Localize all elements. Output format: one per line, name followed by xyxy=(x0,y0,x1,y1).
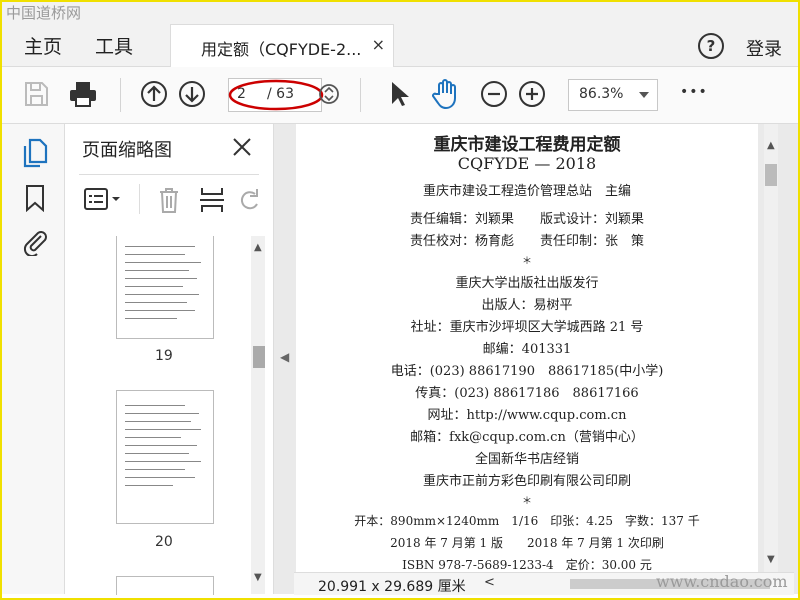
more-tools-icon[interactable]: ••• xyxy=(680,84,708,100)
attachment-icon[interactable] xyxy=(22,228,48,256)
page-thumbnail[interactable] xyxy=(116,390,214,524)
doc-line: 2018 年 7 月第 1 版 2018 年 7 月第 1 次印刷 xyxy=(390,536,664,550)
thumbnail-label: 20 xyxy=(155,534,173,550)
doc-line: ISBN 978-7-5689-1233-4 定价：30.00 元 xyxy=(402,558,652,572)
thumbnail-panel: 页面缩略图 19 20 ▲ ▼ xyxy=(65,124,274,595)
red-annotation-ellipse xyxy=(228,79,324,111)
zoom-value: 86.3% xyxy=(579,86,624,102)
page-thumbnail[interactable] xyxy=(116,576,214,595)
zoom-in-icon[interactable] xyxy=(518,80,546,108)
chevron-down-icon[interactable] xyxy=(639,92,649,98)
delete-icon[interactable] xyxy=(157,186,181,214)
thumbnail-label: 19 xyxy=(155,348,173,364)
top-bar: 主页 工具 用定额（CQFYDE-2... × ? 登录 xyxy=(2,2,798,69)
document-scrollbar[interactable]: ▲ ▼ xyxy=(764,124,778,572)
doc-line: 责任编辑：刘颖果 版式设计：刘颖果 xyxy=(409,212,644,227)
doc-code: CQFYDE — 2018 xyxy=(457,154,597,173)
rotate-icon[interactable] xyxy=(237,186,263,214)
bookmark-icon[interactable] xyxy=(24,184,46,212)
thumbnail-scrollbar[interactable]: ▲ ▼ xyxy=(251,236,265,594)
doc-line: 全国新华书店经销 xyxy=(474,452,579,467)
doc-line: 重庆市正前方彩色印刷有限公司印刷 xyxy=(422,474,631,489)
hand-tool-icon[interactable] xyxy=(430,78,462,110)
thumbnail-options-icon[interactable] xyxy=(83,186,125,212)
doc-line: 开本：890mm×1240mm 1/16 印张：4.25 字数：137 千 xyxy=(354,514,700,528)
extract-pages-icon[interactable] xyxy=(199,186,225,214)
doc-line: 邮箱：fxk@cqup.com.cn（营销中心） xyxy=(410,430,644,445)
page-thumbnails-icon[interactable] xyxy=(22,138,48,168)
previous-page-icon[interactable] xyxy=(140,80,168,108)
scroll-left-icon[interactable]: < xyxy=(484,575,495,590)
select-tool-icon[interactable] xyxy=(388,80,410,108)
print-icon[interactable] xyxy=(68,80,98,108)
doc-line: 出版人：易树平 xyxy=(481,298,573,313)
scroll-down-icon[interactable]: ▼ xyxy=(254,572,262,583)
close-icon[interactable] xyxy=(231,136,253,158)
panel-divider xyxy=(139,184,140,214)
doc-line: 电话：(023) 88617190 88617185(中小学) xyxy=(390,364,664,379)
doc-line: 传真：(023) 88617186 88617166 xyxy=(415,386,639,401)
scroll-up-icon[interactable]: ▲ xyxy=(767,140,775,151)
help-icon[interactable]: ? xyxy=(698,33,724,59)
scroll-down-icon[interactable]: ▼ xyxy=(767,554,775,565)
page-thumbnail[interactable] xyxy=(116,236,214,339)
left-rail xyxy=(2,124,65,594)
doc-title: 重庆市建设工程费用定额 xyxy=(433,135,621,155)
scrollbar-thumb[interactable] xyxy=(253,346,265,368)
doc-line: 重庆大学出版社出版发行 xyxy=(455,276,599,291)
tab-close-icon[interactable]: × xyxy=(372,35,385,54)
menu-home[interactable]: 主页 xyxy=(24,32,62,59)
doc-line: 社址：重庆市沙坪坝区大学城西路 21 号 xyxy=(410,320,644,335)
toolbar-divider xyxy=(360,78,361,112)
scroll-up-icon[interactable]: ▲ xyxy=(254,242,262,253)
toolbar-divider xyxy=(120,78,121,112)
zoom-out-icon[interactable] xyxy=(480,80,508,108)
panel-title: 页面缩略图 xyxy=(82,140,172,161)
watermark-url: www.cndao.com xyxy=(656,572,788,591)
menu-tools[interactable]: 工具 xyxy=(95,32,133,59)
save-icon[interactable] xyxy=(22,80,50,108)
page-dimensions: 20.991 x 29.689 厘米 xyxy=(318,579,466,595)
document-tab[interactable]: 用定额（CQFYDE-2... × xyxy=(170,24,394,69)
doc-line: 邮编：401331 xyxy=(482,342,572,357)
scrollbar-thumb[interactable] xyxy=(765,164,777,186)
watermark-logo: 中国道桥网 xyxy=(6,4,82,22)
login-button[interactable]: 登录 xyxy=(746,35,782,61)
document-viewer: ◀ 重庆市建设工程费用定额 CQFYDE — 2018 重庆市建设工程造价管理总… xyxy=(274,124,798,594)
document-page: 重庆市建设工程费用定额 CQFYDE — 2018 重庆市建设工程造价管理总站 … xyxy=(296,124,758,576)
doc-line: 重庆市建设工程造价管理总站 主编 xyxy=(422,184,631,199)
doc-separator: ＊ xyxy=(522,496,532,507)
doc-separator: ＊ xyxy=(522,256,532,267)
tab-title: 用定额（CQFYDE-2... xyxy=(201,40,362,59)
collapse-panel-icon[interactable]: ◀ xyxy=(280,350,289,364)
page-stepper-icon[interactable] xyxy=(318,82,340,106)
zoom-select[interactable]: 86.3% xyxy=(568,79,658,111)
next-page-icon[interactable] xyxy=(178,80,206,108)
doc-line: 责任校对：杨育彪 责任印制：张 策 xyxy=(409,234,644,249)
panel-divider xyxy=(79,174,259,175)
doc-line: 网址：http://www.cqup.com.cn xyxy=(427,408,627,423)
